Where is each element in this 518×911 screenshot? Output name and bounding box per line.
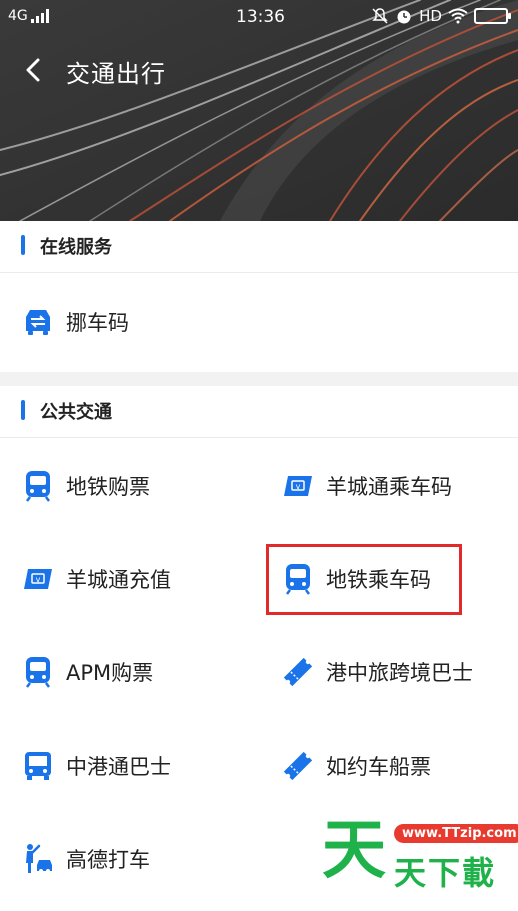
metro-icon: [282, 563, 314, 595]
ticket-icon: [282, 750, 314, 782]
transit-card-icon: v: [22, 563, 54, 595]
svg-text:v: v: [296, 482, 301, 491]
transport-item-zhonggangtong-bus[interactable]: 中港通巴士: [22, 736, 171, 796]
public-transport-title: 公共交通: [40, 402, 112, 423]
transport-item-yct-topup[interactable]: v 羊城通充值: [22, 549, 171, 609]
ticket-icon: [282, 656, 314, 688]
section-marker: [21, 400, 25, 420]
watermark-text: 天下載: [394, 854, 497, 892]
transport-item-label: 中港通巴士: [66, 755, 171, 779]
status-bar: 4G 13:36 HD: [0, 0, 518, 34]
transport-item-label: 地铁购票: [66, 475, 150, 499]
transport-item-label: 港中旅跨境巴士: [326, 661, 473, 685]
watermark-logo: 天 www.TTzip.com 天下載: [322, 812, 518, 892]
nav-bar: 交通出行: [0, 48, 518, 92]
transport-item-ruyue-ticket[interactable]: 如约车船票: [282, 736, 431, 796]
back-arrow-icon[interactable]: [20, 56, 48, 84]
transport-item-metro-ride-code[interactable]: 地铁乘车码: [282, 549, 431, 609]
wifi-icon: [448, 8, 468, 24]
transport-item-label: 羊城通充值: [66, 568, 171, 592]
svg-text:v: v: [36, 575, 41, 584]
watermark-big-char: 天: [322, 814, 386, 888]
transport-item-label: 高德打车: [66, 848, 150, 872]
alarm-icon: [397, 10, 411, 24]
transport-item-label: 羊城通乘车码: [326, 475, 452, 499]
network-type: 4G: [8, 8, 28, 24]
status-time: 13:36: [236, 7, 285, 27]
metro-icon: [22, 656, 54, 688]
bus-icon: [22, 750, 54, 782]
mute-notification-icon: [372, 8, 388, 24]
transport-item-label: 地铁乘车码: [326, 568, 431, 592]
transport-item-apm-ticket[interactable]: APM购票: [22, 642, 153, 702]
transport-item-ctb-cross-border-bus[interactable]: 港中旅跨境巴士: [282, 642, 473, 702]
online-service-title: 在线服务: [40, 237, 112, 258]
transport-item-label: APM购票: [66, 661, 154, 685]
watermark-url: www.TTzip.com: [394, 824, 518, 843]
public-transport-header: 公共交通: [0, 386, 518, 438]
section-marker: [21, 235, 25, 255]
hd-indicator: HD: [419, 7, 442, 25]
status-icons: HD: [371, 7, 511, 25]
transport-item-amap-taxi[interactable]: 高德打车: [22, 829, 150, 889]
battery-icon: [474, 8, 511, 24]
metro-icon: [22, 470, 54, 502]
header-banner: 4G 13:36 HD 交通出行: [0, 0, 518, 221]
transport-item-yct-ride-code[interactable]: v 羊城通乘车码: [282, 456, 452, 516]
service-item-move-car-code[interactable]: 挪车码: [22, 292, 129, 352]
transit-card-icon: v: [282, 470, 314, 502]
taxi-hail-icon: [22, 843, 54, 875]
page-title: 交通出行: [66, 60, 166, 88]
transport-item-label: 如约车船票: [326, 755, 431, 779]
section-divider: [0, 372, 518, 386]
service-item-label: 挪车码: [66, 311, 129, 335]
online-service-header: 在线服务: [0, 221, 518, 273]
network-indicator: 4G: [8, 8, 49, 24]
transport-item-metro-ticket[interactable]: 地铁购票: [22, 456, 150, 516]
car-swap-icon: [22, 306, 54, 338]
online-service-section: 在线服务 挪车码: [0, 221, 518, 372]
signal-icon: [30, 9, 49, 23]
